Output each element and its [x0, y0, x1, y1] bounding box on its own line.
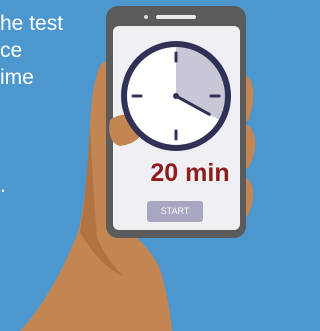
phone-speaker [156, 15, 196, 19]
phone-camera [144, 15, 148, 19]
timer-center [173, 93, 179, 99]
start-button[interactable]: START [147, 201, 203, 222]
timer-label: 20 min [150, 159, 230, 187]
